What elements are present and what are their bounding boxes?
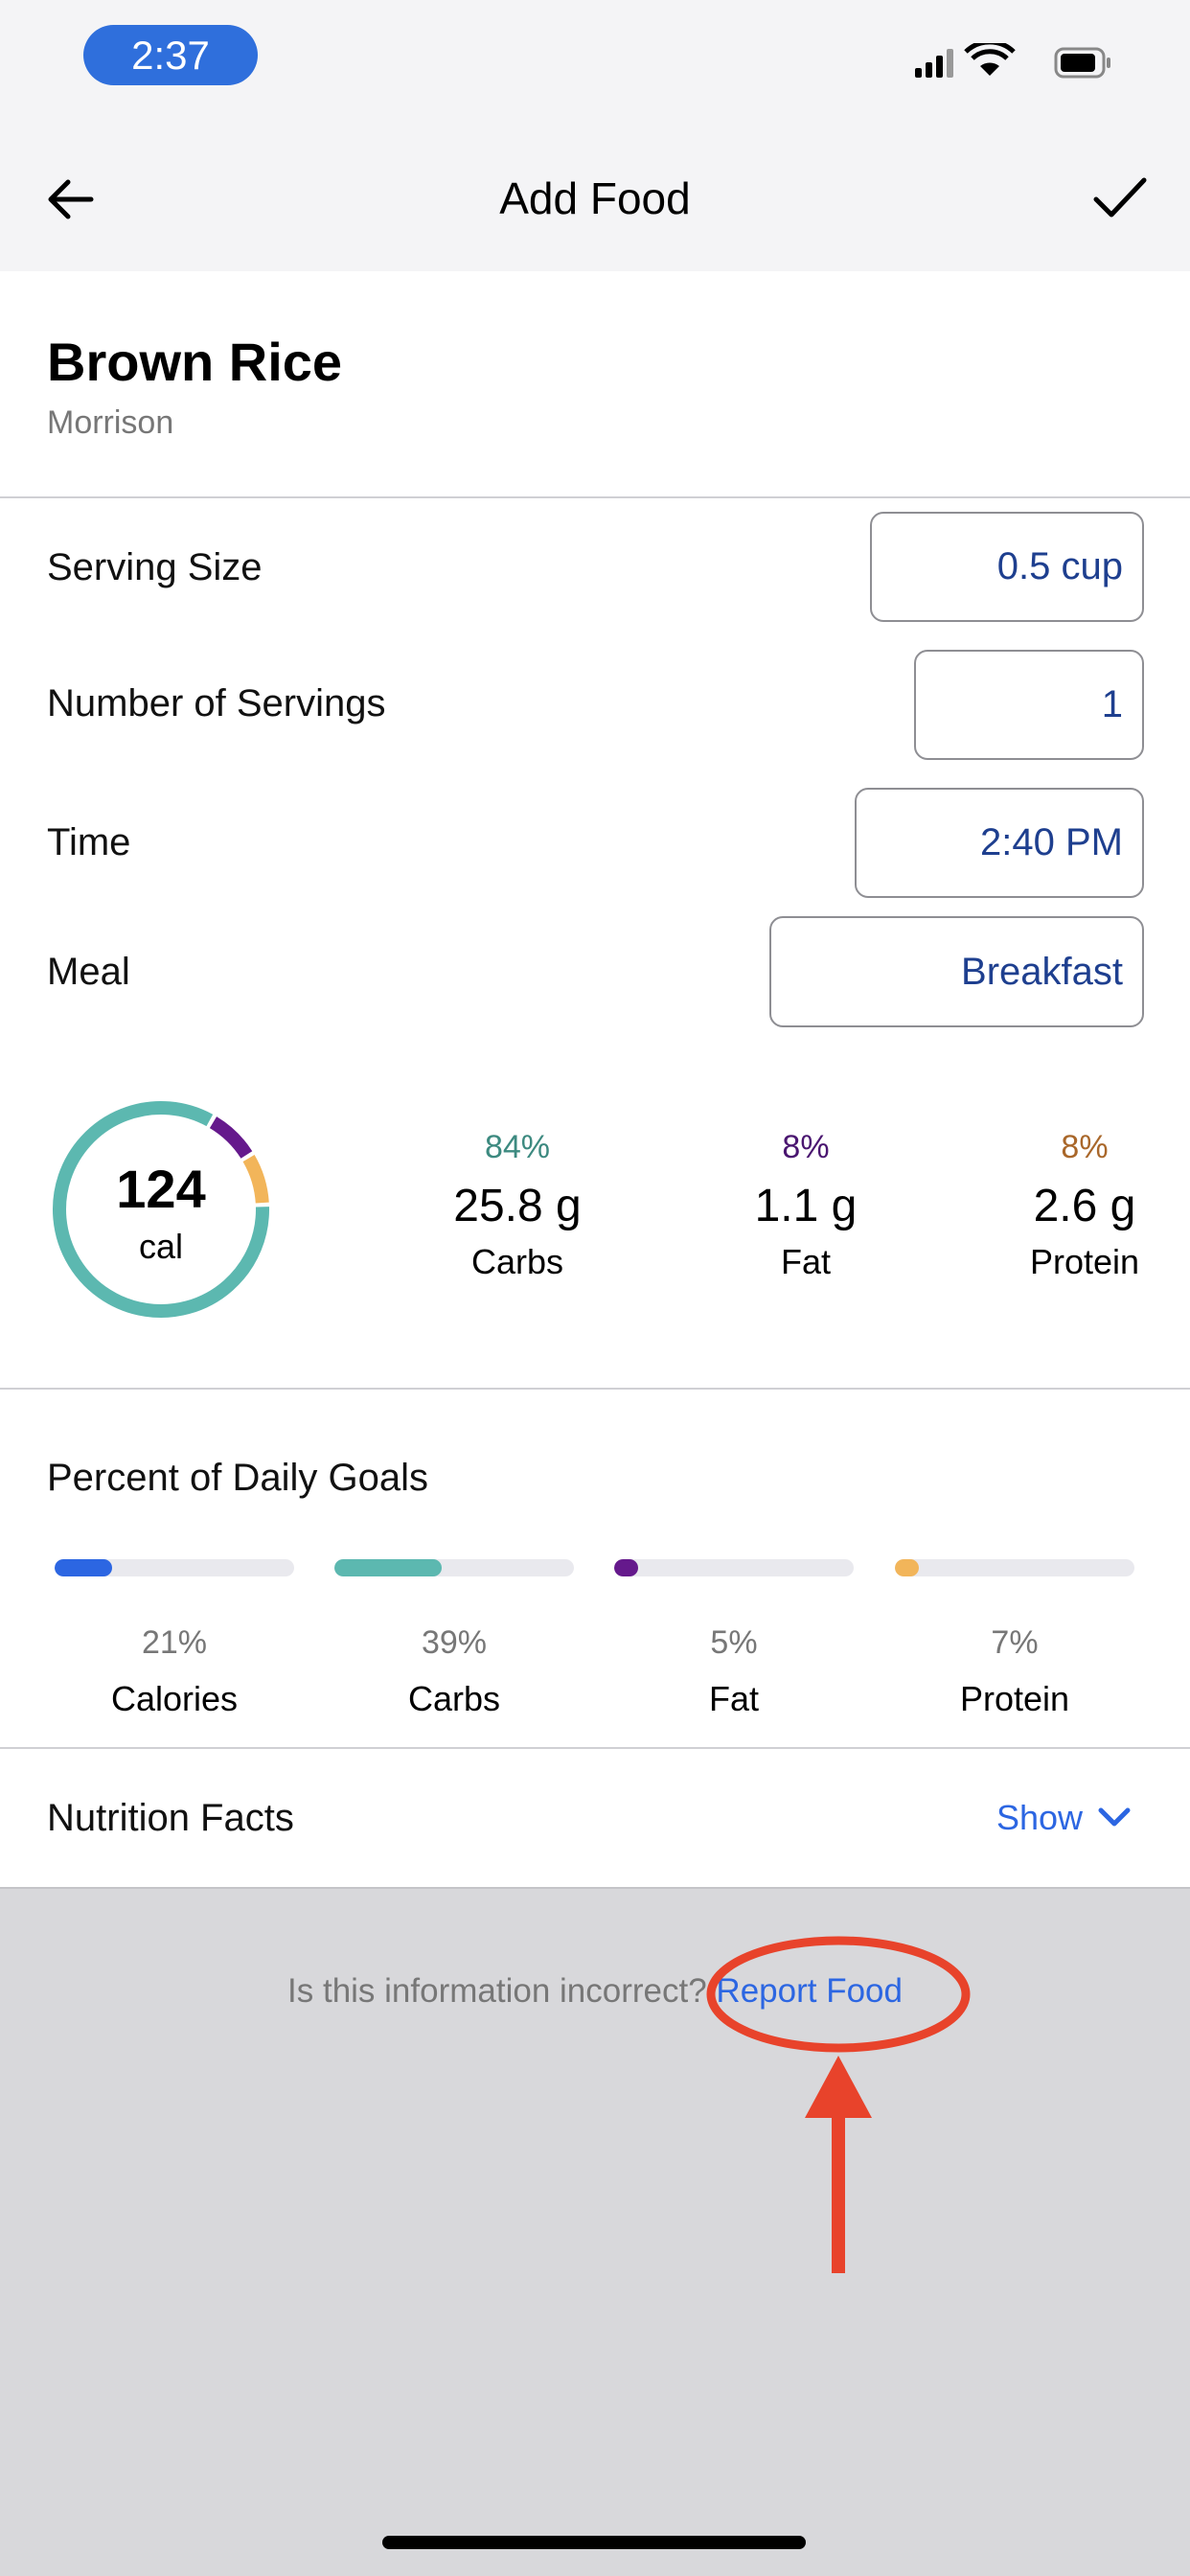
macro-protein: 8% 2.6 g Protein xyxy=(970,1129,1190,1282)
show-label: Show xyxy=(996,1798,1084,1837)
goal-progress-bar xyxy=(334,1559,574,1576)
servings-label: Number of Servings xyxy=(47,682,386,724)
goal-protein: 7% Protein xyxy=(895,1559,1134,1719)
macro-label: Fat xyxy=(780,1242,831,1281)
highlight-circle xyxy=(706,1936,971,2053)
goal-fat: 5% Fat xyxy=(614,1559,854,1719)
macro-label: Carbs xyxy=(470,1242,564,1281)
servings-field[interactable]: 1 xyxy=(914,650,1144,760)
divider xyxy=(0,496,1190,498)
macro-value: 25.8 g xyxy=(453,1181,582,1231)
serving-size-label: Serving Size xyxy=(47,546,263,588)
meal-field[interactable]: Breakfast xyxy=(769,916,1144,1027)
goal-label: Carbs xyxy=(407,1679,501,1718)
status-icons xyxy=(915,39,1126,81)
time-field[interactable]: 2:40 PM xyxy=(855,788,1144,898)
macro-value: 1.1 g xyxy=(754,1181,858,1231)
macro-value: 2.6 g xyxy=(1033,1181,1136,1231)
goal-calories: 21% Calories xyxy=(55,1559,294,1719)
goal-carbs: 39% Carbs xyxy=(334,1559,574,1719)
goal-progress-bar xyxy=(895,1559,1134,1576)
home-indicator xyxy=(382,2536,806,2549)
annotation-overlay xyxy=(706,1936,971,2273)
goal-label: Protein xyxy=(959,1679,1070,1718)
page-title: Add Food xyxy=(499,173,691,223)
goal-progress-bar xyxy=(55,1559,294,1576)
goal-label: Fat xyxy=(708,1679,759,1718)
macro-carbs: 84% 25.8 g Carbs xyxy=(402,1129,632,1282)
goal-pct: 21% xyxy=(141,1624,208,1661)
time-label: Time xyxy=(47,821,131,863)
confirm-button[interactable] xyxy=(1092,174,1150,222)
macro-pct: 8% xyxy=(1061,1129,1109,1165)
nutrition-facts-title: Nutrition Facts xyxy=(47,1797,294,1839)
goal-progress-fill xyxy=(614,1559,638,1576)
goal-pct: 5% xyxy=(710,1624,758,1661)
signal-wifi-battery-icon xyxy=(915,39,1110,79)
daily-goals-title: Percent of Daily Goals xyxy=(47,1457,428,1499)
goal-label: Calories xyxy=(110,1679,239,1718)
meal-label: Meal xyxy=(47,951,130,993)
goal-progress-fill xyxy=(334,1559,443,1576)
macro-fat: 8% 1.1 g Fat xyxy=(691,1129,921,1282)
divider xyxy=(0,1887,1190,1889)
chevron-down-icon xyxy=(1098,1807,1131,1827)
serving-size-field[interactable]: 0.5 cup xyxy=(870,512,1144,622)
goal-progress-bar xyxy=(614,1559,854,1576)
goal-progress-fill xyxy=(895,1559,919,1576)
nutrition-show-toggle[interactable]: Show xyxy=(996,1798,1131,1838)
divider xyxy=(0,1747,1190,1749)
food-brand: Morrison xyxy=(47,404,174,441)
arrow-up-icon xyxy=(805,2056,872,2273)
ring-segment-fat xyxy=(209,1116,253,1159)
calories-value: 124 xyxy=(116,1159,206,1219)
status-time: 2:37 xyxy=(83,25,258,85)
macro-label: Protein xyxy=(1029,1242,1140,1281)
goal-pct: 39% xyxy=(421,1624,488,1661)
goal-pct: 7% xyxy=(991,1624,1039,1661)
macro-pct: 8% xyxy=(782,1129,830,1165)
checkmark-icon xyxy=(1093,177,1147,218)
macro-pct: 84% xyxy=(484,1129,551,1165)
goal-progress-fill xyxy=(55,1559,113,1576)
divider xyxy=(0,1388,1190,1390)
food-name: Brown Rice xyxy=(47,332,343,392)
calories-unit: cal xyxy=(138,1227,184,1266)
